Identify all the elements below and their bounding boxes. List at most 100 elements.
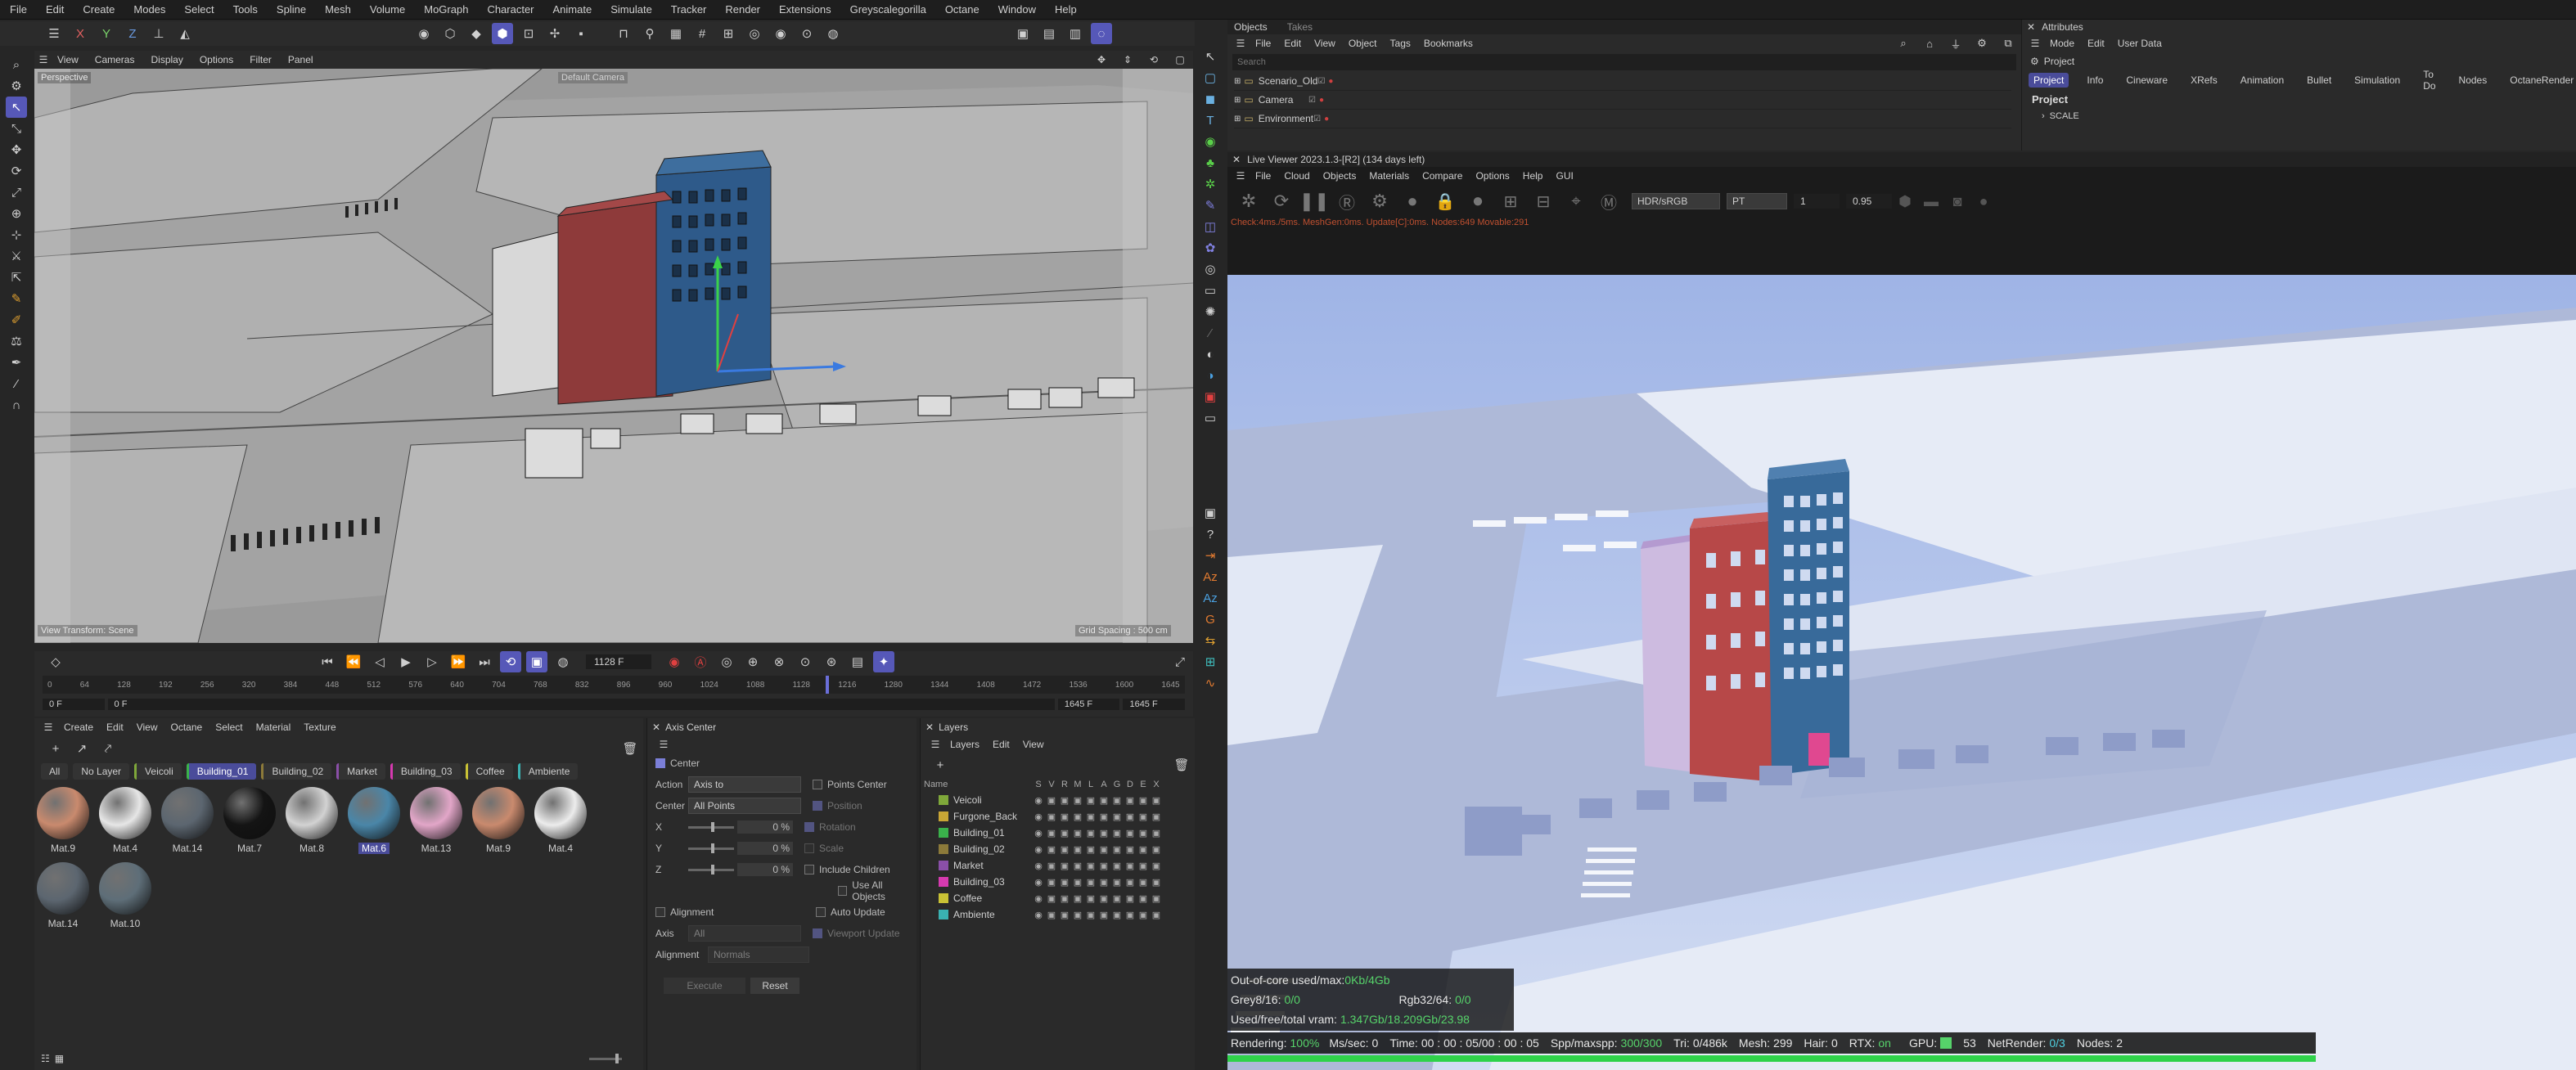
- paint-icon[interactable]: ✐: [6, 309, 27, 330]
- timeline-ruler[interactable]: 0 64 128 192 256 320 384 448 512 576 640 704 768 832 8…: [43, 676, 1185, 694]
- model-mode-icon[interactable]: ⬢: [492, 23, 513, 44]
- layer-toggle-x-icon[interactable]: ▣: [1150, 910, 1163, 920]
- lv-menu-file[interactable]: File: [1255, 170, 1271, 182]
- layer-toggle-x-icon[interactable]: ▣: [1150, 795, 1163, 806]
- layer-toggle-m-icon[interactable]: ▣: [1071, 844, 1084, 855]
- layer-color-swatch[interactable]: [939, 844, 948, 854]
- environment-icon[interactable]: ◎: [1200, 259, 1221, 280]
- layer-color-swatch[interactable]: [939, 828, 948, 838]
- y-value[interactable]: 0 %: [737, 842, 793, 855]
- help-icon[interactable]: ?: [1200, 524, 1221, 545]
- expand-icon[interactable]: ⊞: [1234, 77, 1241, 86]
- layer-toggle-m-icon[interactable]: ▣: [1071, 877, 1084, 888]
- texture-mode-icon[interactable]: ▪: [570, 23, 592, 44]
- layer-toggle-a-icon[interactable]: ▣: [1097, 877, 1110, 888]
- brush-icon[interactable]: ✎: [6, 288, 27, 309]
- render-dot-icon[interactable]: ●: [1319, 96, 1324, 105]
- filter-veicoli[interactable]: Veicoli: [134, 763, 182, 780]
- layer-toggle-r-icon[interactable]: ▣: [1058, 910, 1071, 920]
- visibility-icon[interactable]: ☑: [1313, 115, 1321, 124]
- layer-color-swatch[interactable]: [939, 861, 948, 870]
- material-preview[interactable]: [410, 787, 462, 839]
- layer-row[interactable]: Building_03 ◉ ▣ ▣ ▣ ▣ ▣ ▣ ▣ ▣ ▣: [939, 874, 1195, 890]
- octane-camera-icon[interactable]: ▣: [1200, 386, 1221, 407]
- material-item[interactable]: Mat.14: [36, 862, 90, 929]
- objects-filter-icon[interactable]: ⏚: [1945, 33, 1966, 54]
- material-menu-material[interactable]: Material: [256, 722, 291, 733]
- layer-toggle-r-icon[interactable]: ▣: [1058, 861, 1071, 871]
- live-viewer-close-icon[interactable]: ✕: [1232, 154, 1241, 165]
- expand-icon[interactable]: ⊞: [1234, 115, 1241, 124]
- material-item[interactable]: Mat.4: [534, 787, 588, 854]
- lv-hexagon-icon[interactable]: ⬢: [1894, 191, 1916, 212]
- layers-menu-layers[interactable]: Layers: [950, 739, 980, 750]
- material-item[interactable]: Mat.10: [98, 862, 152, 929]
- extrude-icon[interactable]: ⇱: [6, 267, 27, 288]
- layer-toggle-x-icon[interactable]: ▣: [1150, 811, 1163, 822]
- material-menu-select[interactable]: Select: [215, 722, 242, 733]
- layer-row[interactable]: Veicoli ◉ ▣ ▣ ▣ ▣ ▣ ▣ ▣ ▣ ▣: [939, 792, 1195, 808]
- layer-toggle-a-icon[interactable]: ▣: [1097, 910, 1110, 920]
- lv-m-icon[interactable]: Ⓜ: [1595, 191, 1623, 213]
- material-preview[interactable]: [348, 787, 400, 839]
- layer-toggle-v-icon[interactable]: ▣: [1045, 811, 1058, 822]
- range-end-2[interactable]: 1645 F: [1123, 699, 1185, 710]
- grid-snap-icon[interactable]: #: [691, 23, 713, 44]
- material-delete-icon[interactable]: 🗑: [619, 738, 641, 759]
- edges-mode-icon[interactable]: ⬡: [439, 23, 461, 44]
- scale-checkbox[interactable]: [804, 843, 814, 853]
- spline-icon[interactable]: ✎: [1200, 195, 1221, 216]
- layer-toggle-d-icon[interactable]: ▣: [1124, 910, 1137, 920]
- layer-row[interactable]: Building_01 ◉ ▣ ▣ ▣ ▣ ▣ ▣ ▣ ▣ ▣: [939, 825, 1195, 841]
- layer-toggle-v-icon[interactable]: ▣: [1045, 861, 1058, 871]
- lv-sphere-icon[interactable]: ●: [1398, 191, 1426, 212]
- z-value[interactable]: 0 %: [737, 863, 793, 876]
- grid-view-icon[interactable]: ▦: [55, 1053, 64, 1064]
- layer-toggle-e-icon[interactable]: ▣: [1137, 844, 1150, 855]
- lv-menu-objects[interactable]: Objects: [1323, 170, 1357, 182]
- layer-row[interactable]: Furgone_Back ◉ ▣ ▣ ▣ ▣ ▣ ▣ ▣ ▣ ▣: [939, 808, 1195, 825]
- layer-toggle-s-icon[interactable]: ◉: [1032, 861, 1045, 871]
- filter-market[interactable]: Market: [336, 763, 385, 780]
- material-preview[interactable]: [534, 787, 587, 839]
- plugin-az2-icon[interactable]: Aᴢ: [1200, 587, 1221, 609]
- menu-tracker[interactable]: Tracker: [671, 3, 707, 16]
- workplane-icon[interactable]: ▦: [665, 23, 687, 44]
- layer-toggle-g-icon[interactable]: ▣: [1110, 861, 1124, 871]
- alignment-checkbox[interactable]: [655, 907, 665, 917]
- visibility-icon[interactable]: ☑: [1308, 96, 1316, 105]
- material-preview[interactable]: [37, 787, 89, 839]
- layer-toggle-s-icon[interactable]: ◉: [1032, 795, 1045, 806]
- objects-search-input[interactable]: [1232, 54, 2016, 70]
- execute-button[interactable]: Execute: [664, 978, 745, 994]
- axis-center-menu-icon[interactable]: ☰: [658, 734, 669, 755]
- timeline-expand-icon[interactable]: ⤢: [1169, 651, 1191, 672]
- add-layer-icon[interactable]: +: [930, 754, 951, 776]
- axis-dropdown[interactable]: All: [688, 925, 801, 942]
- material-item[interactable]: Mat.14: [160, 787, 214, 854]
- include-children-checkbox[interactable]: [804, 865, 814, 874]
- layer-toggle-l-icon[interactable]: ▣: [1084, 844, 1097, 855]
- filter-building-02[interactable]: Building_02: [261, 763, 332, 780]
- filter-all[interactable]: All: [41, 763, 69, 780]
- render-region-icon[interactable]: ◭: [174, 23, 196, 44]
- filter-building-03[interactable]: Building_03: [390, 763, 461, 780]
- points-center-checkbox[interactable]: [813, 780, 822, 789]
- next-frame-icon[interactable]: ▷: [421, 651, 443, 672]
- material-item[interactable]: Mat.6: [347, 787, 401, 854]
- sound-icon[interactable]: ◍: [552, 651, 574, 672]
- layer-row[interactable]: Building_02 ◉ ▣ ▣ ▣ ▣ ▣ ▣ ▣ ▣ ▣: [939, 841, 1195, 857]
- position-checkbox[interactable]: [813, 801, 822, 811]
- material-item[interactable]: Mat.9: [36, 787, 90, 854]
- center-checkbox[interactable]: [655, 758, 665, 768]
- lv-value-2[interactable]: 0.95: [1846, 194, 1892, 209]
- render-dot-icon[interactable]: ●: [1328, 77, 1333, 86]
- thumbnail-size-slider[interactable]: [589, 1053, 622, 1063]
- visibility-icon[interactable]: ☑: [1317, 77, 1325, 86]
- locked-workplane-icon[interactable]: ⊞: [718, 23, 739, 44]
- menu-spline[interactable]: Spline: [277, 3, 306, 16]
- lv-send-scene-icon[interactable]: ✲: [1235, 191, 1263, 212]
- layer-toggle-m-icon[interactable]: ▣: [1071, 811, 1084, 822]
- layer-color-swatch[interactable]: [939, 910, 948, 919]
- x-value[interactable]: 0 %: [737, 820, 793, 834]
